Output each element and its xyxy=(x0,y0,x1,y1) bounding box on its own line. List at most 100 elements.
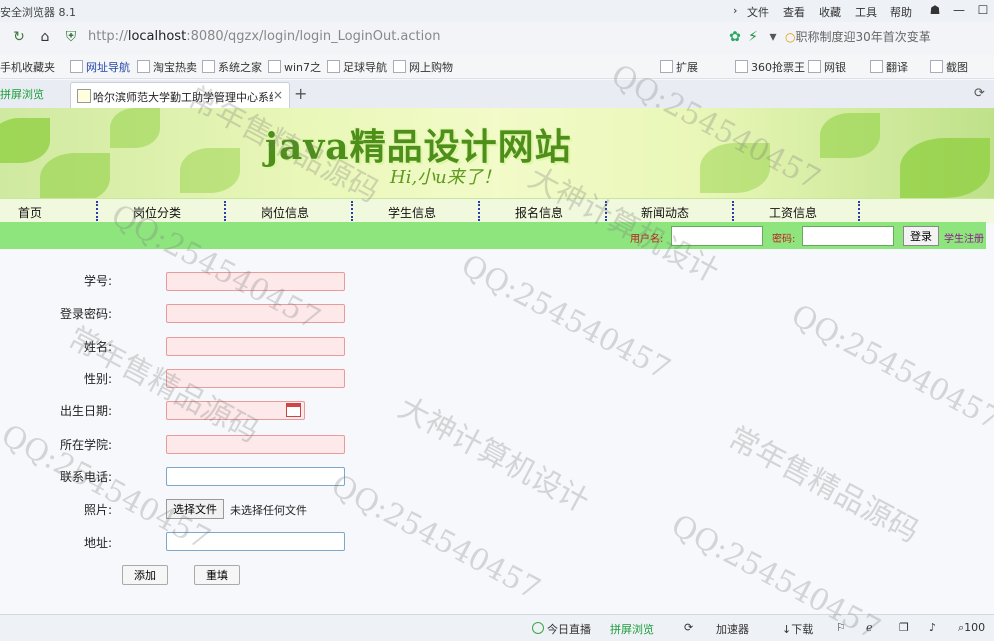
reset-button[interactable]: 重填 xyxy=(194,565,240,585)
nav-signup-info[interactable]: 报名信息 xyxy=(515,204,563,221)
url-prefix: http:// xyxy=(88,29,128,44)
username-input[interactable] xyxy=(671,226,763,246)
nav-job-info[interactable]: 岗位信息 xyxy=(261,204,309,221)
search-box[interactable]: ○职称制度迎30年首次变革 xyxy=(785,26,990,48)
window-title: 安全浏览器 8.1 xyxy=(0,6,76,19)
leaf-decoration xyxy=(180,148,240,193)
nav-separator xyxy=(478,201,480,221)
site-banner: java精品设计网站 Hi,小u来了！ xyxy=(0,108,994,198)
toolbar-translate[interactable]: 翻译 xyxy=(870,59,908,75)
bookmark-win7[interactable]: win7之 xyxy=(268,59,321,75)
toolbar-screenshot[interactable]: 截图 xyxy=(930,59,968,75)
menu-help[interactable]: 帮助 xyxy=(890,4,912,20)
status-live[interactable]: 今日直播 xyxy=(532,621,591,637)
nav-separator xyxy=(605,201,607,221)
student-id-input[interactable] xyxy=(166,272,345,291)
nav-separator xyxy=(96,201,98,221)
bookmark-nav[interactable]: 网址导航 xyxy=(70,59,130,75)
toolbar-ticket[interactable]: 360抢票王 xyxy=(735,59,805,75)
leaf-decoration xyxy=(40,153,110,198)
menu-favorites[interactable]: 收藏 xyxy=(819,4,841,20)
bookmark-mobile[interactable]: 手机收藏夹 xyxy=(0,59,55,75)
leaf-decoration xyxy=(820,113,880,158)
add-button[interactable]: 添加 xyxy=(122,565,168,585)
toolbar-extend[interactable]: 扩展 xyxy=(660,59,698,75)
maximize-icon[interactable]: ☐ xyxy=(972,0,994,20)
field-label-address: 地址: xyxy=(83,536,112,550)
login-password-input[interactable] xyxy=(166,304,345,323)
password-label: 密码: xyxy=(772,234,796,245)
zoom-icon[interactable]: ⌕100 xyxy=(958,621,985,635)
ie-icon[interactable]: ℯ xyxy=(866,621,873,634)
search-text: 职称制度迎30年首次变革 xyxy=(795,30,931,44)
minimize-icon[interactable]: — xyxy=(948,0,970,20)
nav-separator xyxy=(732,201,734,221)
nav-news[interactable]: 新闻动态 xyxy=(641,204,689,221)
username-label: 用户名: xyxy=(630,234,664,245)
tab-split-view[interactable]: 拼屏浏览 xyxy=(0,84,62,106)
nav-separator xyxy=(224,201,226,221)
browser-statusbar: 今日直播 拼屏浏览 ⟳ 加速器 ↓下载 ⚐ ℯ ❐ ♪ ⌕100 xyxy=(0,614,994,641)
toolbar-bank[interactable]: 网银 xyxy=(808,59,846,75)
menu-tools[interactable]: 工具 xyxy=(855,4,877,20)
url-path: :8080/qgzx/login/login_LoginOut.action xyxy=(186,29,441,44)
nav-salary[interactable]: 工资信息 xyxy=(769,204,817,221)
status-download[interactable]: ↓下载 xyxy=(782,621,813,637)
page-favicon-icon xyxy=(77,89,91,103)
leaf-decoration xyxy=(700,143,770,193)
phone-input[interactable] xyxy=(166,467,345,486)
password-input[interactable] xyxy=(802,226,894,246)
play-icon xyxy=(532,622,544,634)
calendar-icon[interactable] xyxy=(286,403,301,417)
shield-icon: ⛨ xyxy=(65,29,77,45)
window-icon[interactable]: ❐ xyxy=(899,621,909,634)
gender-input[interactable] xyxy=(166,369,345,388)
bookmark-football[interactable]: 足球导航 xyxy=(327,59,387,75)
bookmark-system[interactable]: 系统之家 xyxy=(202,59,262,75)
browser-titlebar: 安全浏览器 8.1 › 文件 查看 收藏 工具 帮助 ☗ — ☐ xyxy=(0,0,994,23)
plugin-icon[interactable]: ✿ xyxy=(726,28,744,46)
search-icon: ○ xyxy=(785,30,796,44)
field-label-phone: 联系电话: xyxy=(59,470,112,484)
tab-bar: 拼屏浏览 哈尔滨师范大学勤工助学管理中心系统 × + ⟳ xyxy=(0,80,994,109)
birthdate-input[interactable] xyxy=(166,401,305,420)
speed-icon[interactable]: ⚡ xyxy=(744,28,762,46)
nav-job-category[interactable]: 岗位分类 xyxy=(133,204,181,221)
skin-icon[interactable]: ☗ xyxy=(924,0,946,20)
nav-home[interactable]: 首页 xyxy=(18,204,42,221)
restore-tab-icon[interactable]: ⟳ xyxy=(974,86,985,101)
flag-icon[interactable]: ⚐ xyxy=(836,621,846,634)
name-input[interactable] xyxy=(166,337,345,356)
close-tab-icon[interactable]: × xyxy=(273,88,283,102)
nav-student-info[interactable]: 学生信息 xyxy=(388,204,436,221)
volume-icon[interactable]: ♪ xyxy=(929,621,936,634)
status-refresh-icon[interactable]: ⟳ xyxy=(684,621,693,634)
field-label-password: 登录密码: xyxy=(59,307,112,321)
field-label-college: 所在学院: xyxy=(59,438,112,452)
address-input[interactable] xyxy=(166,532,345,551)
menu-view[interactable]: 查看 xyxy=(783,4,805,20)
bookmarks-bar: 手机收藏夹 网址导航 淘宝热卖 系统之家 win7之 足球导航 网上购物 扩展 … xyxy=(0,54,994,79)
field-label-gender: 性别: xyxy=(83,372,112,386)
dropdown-icon[interactable]: ▾ xyxy=(764,28,782,46)
leaf-decoration xyxy=(0,118,50,163)
new-tab-icon[interactable]: + xyxy=(294,84,307,103)
login-button[interactable]: 登录 xyxy=(903,226,939,246)
menu-file[interactable]: 文件 xyxy=(747,4,769,20)
college-input[interactable] xyxy=(166,435,345,454)
student-register-link[interactable]: 学生注册 xyxy=(944,230,984,245)
bookmark-shopping[interactable]: 网上购物 xyxy=(393,59,453,75)
field-label-photo: 照片: xyxy=(83,503,112,517)
status-split-view[interactable]: 拼屏浏览 xyxy=(610,621,654,637)
nav-separator xyxy=(858,201,860,221)
tab-active[interactable]: 哈尔滨师范大学勤工助学管理中心系统 × xyxy=(70,82,290,109)
choose-file-button[interactable]: 选择文件 xyxy=(166,499,224,519)
file-status-text: 未选择任何文件 xyxy=(230,504,307,517)
refresh-icon[interactable]: ↻ xyxy=(10,28,28,46)
url-bar[interactable]: http://localhost:8080/qgzx/login/login_L… xyxy=(88,26,708,48)
home-icon[interactable]: ⌂ xyxy=(36,28,54,46)
status-accelerator[interactable]: 加速器 xyxy=(716,621,749,637)
menu-arrow-icon[interactable]: › xyxy=(733,4,737,17)
bookmark-taobao[interactable]: 淘宝热卖 xyxy=(137,59,197,75)
leaf-decoration xyxy=(900,138,990,198)
